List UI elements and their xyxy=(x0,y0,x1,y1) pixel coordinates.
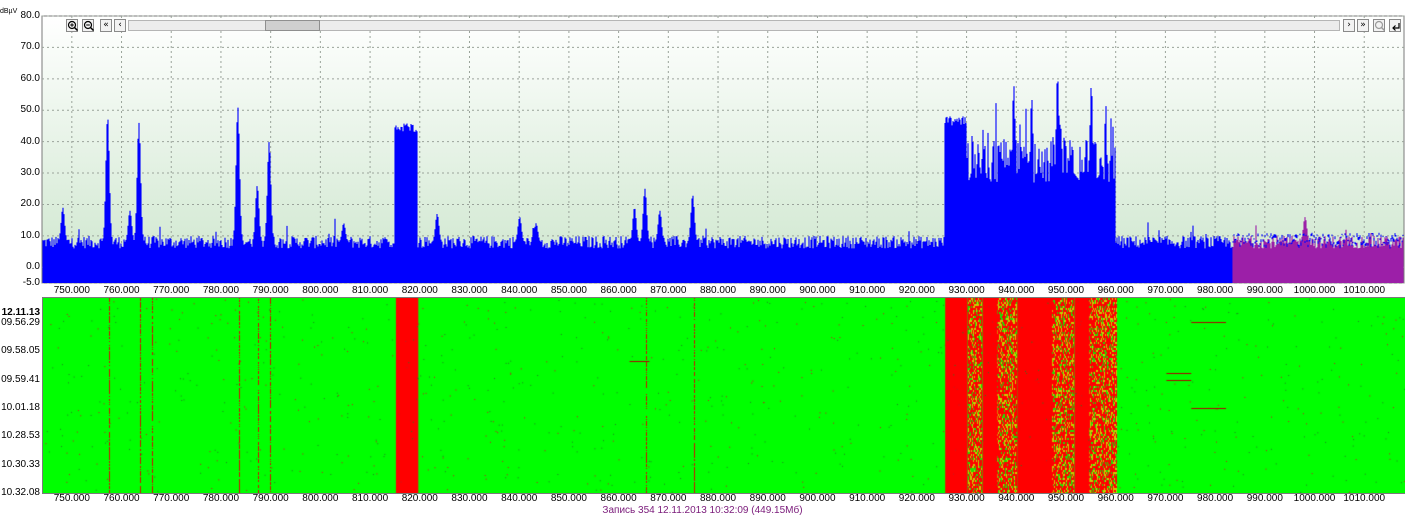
x-tick-label: 950.000 xyxy=(1047,493,1085,504)
x-tick-label: 870.000 xyxy=(650,285,687,296)
x-tick-label: 1000.000 xyxy=(1293,493,1336,504)
x-tick-label: 890.000 xyxy=(749,285,786,296)
zoom-in-icon xyxy=(67,20,79,32)
x-tick-label: 910.000 xyxy=(849,285,886,296)
x-tick-label: 910.000 xyxy=(849,493,886,504)
x-tick-label: 750.000 xyxy=(53,493,90,504)
scroll-next-button[interactable]: › xyxy=(1343,19,1355,32)
x-tick-label: 800.000 xyxy=(302,285,339,296)
waterfall-time-label: 10.30.33 xyxy=(1,458,40,470)
x-tick-label: 1000.000 xyxy=(1293,285,1336,296)
spectrum-chart[interactable]: dBµV xyxy=(0,0,1405,300)
zoom-out-icon xyxy=(83,20,95,32)
x-tick-label: 930.000 xyxy=(948,285,985,296)
x-tick-label: 840.000 xyxy=(501,285,538,296)
scroll-first-button[interactable]: « xyxy=(100,19,112,32)
x-tick-label: 960.000 xyxy=(1097,493,1134,504)
x-tick-label: 970.000 xyxy=(1147,285,1184,296)
x-tick-label: 900.000 xyxy=(799,493,836,504)
y-tick-label: 30.0 xyxy=(20,167,40,179)
x-tick-label: 1010.000 xyxy=(1343,285,1386,296)
x-tick-label: 810.000 xyxy=(351,493,389,504)
x-tick-label: 850.000 xyxy=(550,493,587,504)
waterfall-time-label: 10.01.18 xyxy=(1,402,40,413)
x-tick-label: 770.000 xyxy=(153,285,190,296)
x-tick-label: 960.000 xyxy=(1097,285,1134,296)
y-tick-label: -5.0 xyxy=(22,277,40,288)
y-tick-label: 20.0 xyxy=(20,198,40,210)
zoom-reset-button[interactable] xyxy=(1373,19,1386,32)
x-tick-label: 870.000 xyxy=(650,493,687,504)
y-tick-label: 0.0 xyxy=(26,261,40,273)
x-tick-label: 970.000 xyxy=(1147,493,1184,504)
x-tick-label: 930.000 xyxy=(948,493,985,504)
x-tick-label: 820.000 xyxy=(401,493,438,504)
undo-arrow-icon xyxy=(1392,23,1400,31)
zoom-in-button[interactable] xyxy=(66,19,79,32)
zoom-reset-icon xyxy=(1374,20,1386,32)
x-tick-label: 830.000 xyxy=(451,285,488,296)
x-tick-label: 840.000 xyxy=(501,493,538,504)
scroll-last-button[interactable]: » xyxy=(1357,19,1369,32)
x-tick-label: 780.000 xyxy=(202,493,240,504)
x-tick-label: 880.000 xyxy=(699,493,737,504)
x-tick-label: 860.000 xyxy=(600,285,637,296)
waterfall-canvas[interactable] xyxy=(42,297,1405,494)
waterfall-time-label: 09.58.05 xyxy=(1,345,40,357)
spectrum-analyzer-window: dBµV « ‹ › » 80.0 70.0 60.0 50.0 40.0 30… xyxy=(0,0,1405,518)
y-tick-label: 10.0 xyxy=(20,229,40,241)
x-tick-label: 890.000 xyxy=(749,493,786,504)
x-tick-label: 950.000 xyxy=(1047,285,1085,296)
x-tick-label: 780.000 xyxy=(202,285,240,296)
x-tick-label: 920.000 xyxy=(898,285,935,296)
y-tick-label: 40.0 xyxy=(20,135,40,147)
waterfall-time-label: 09.56.29 xyxy=(1,317,40,328)
x-tick-label: 770.000 xyxy=(153,493,190,504)
x-tick-label: 860.000 xyxy=(600,493,637,504)
x-tick-label: 1010.000 xyxy=(1343,493,1386,504)
x-tick-label: 790.000 xyxy=(252,493,289,504)
waterfall-time-label: 10.28.53 xyxy=(1,430,40,442)
x-tick-label: 900.000 xyxy=(799,285,836,296)
status-bar: Запись 354 12.11.2013 10:32:09 (449.15Мб… xyxy=(602,505,803,516)
x-tick-label: 940.000 xyxy=(998,285,1035,296)
x-tick-label: 980.000 xyxy=(1197,493,1234,504)
zoom-out-button[interactable] xyxy=(82,19,95,32)
x-tick-label: 940.000 xyxy=(998,493,1035,504)
x-tick-label: 760.000 xyxy=(103,285,140,296)
x-tick-label: 980.000 xyxy=(1197,285,1234,296)
x-tick-label: 750.000 xyxy=(53,285,90,296)
x-tick-label: 790.000 xyxy=(252,285,289,296)
scroll-prev-button[interactable]: ‹ xyxy=(114,19,126,32)
x-tick-label: 880.000 xyxy=(699,285,737,296)
x-tick-label: 830.000 xyxy=(451,493,488,504)
x-tick-label: 920.000 xyxy=(898,493,935,504)
y-tick-label: 60.0 xyxy=(20,72,40,84)
x-tick-label: 800.000 xyxy=(302,493,339,504)
y-tick-label: 70.0 xyxy=(20,41,40,53)
x-tick-label: 820.000 xyxy=(401,285,438,296)
y-tick-label: 80.0 xyxy=(20,10,40,21)
x-tick-label: 990.000 xyxy=(1246,285,1283,296)
waterfall-time-label: 10.32.08 xyxy=(1,487,40,498)
y-tick-label: 50.0 xyxy=(20,104,40,116)
x-tick-label: 850.000 xyxy=(550,285,587,296)
waterfall-time-label: 09.59.41 xyxy=(1,373,40,385)
undo-zoom-button[interactable] xyxy=(1389,19,1401,32)
horizontal-scrollbar-thumb[interactable] xyxy=(265,20,320,31)
x-tick-label: 760.000 xyxy=(103,493,140,504)
x-tick-label: 990.000 xyxy=(1246,493,1283,504)
x-tick-label: 810.000 xyxy=(351,285,389,296)
